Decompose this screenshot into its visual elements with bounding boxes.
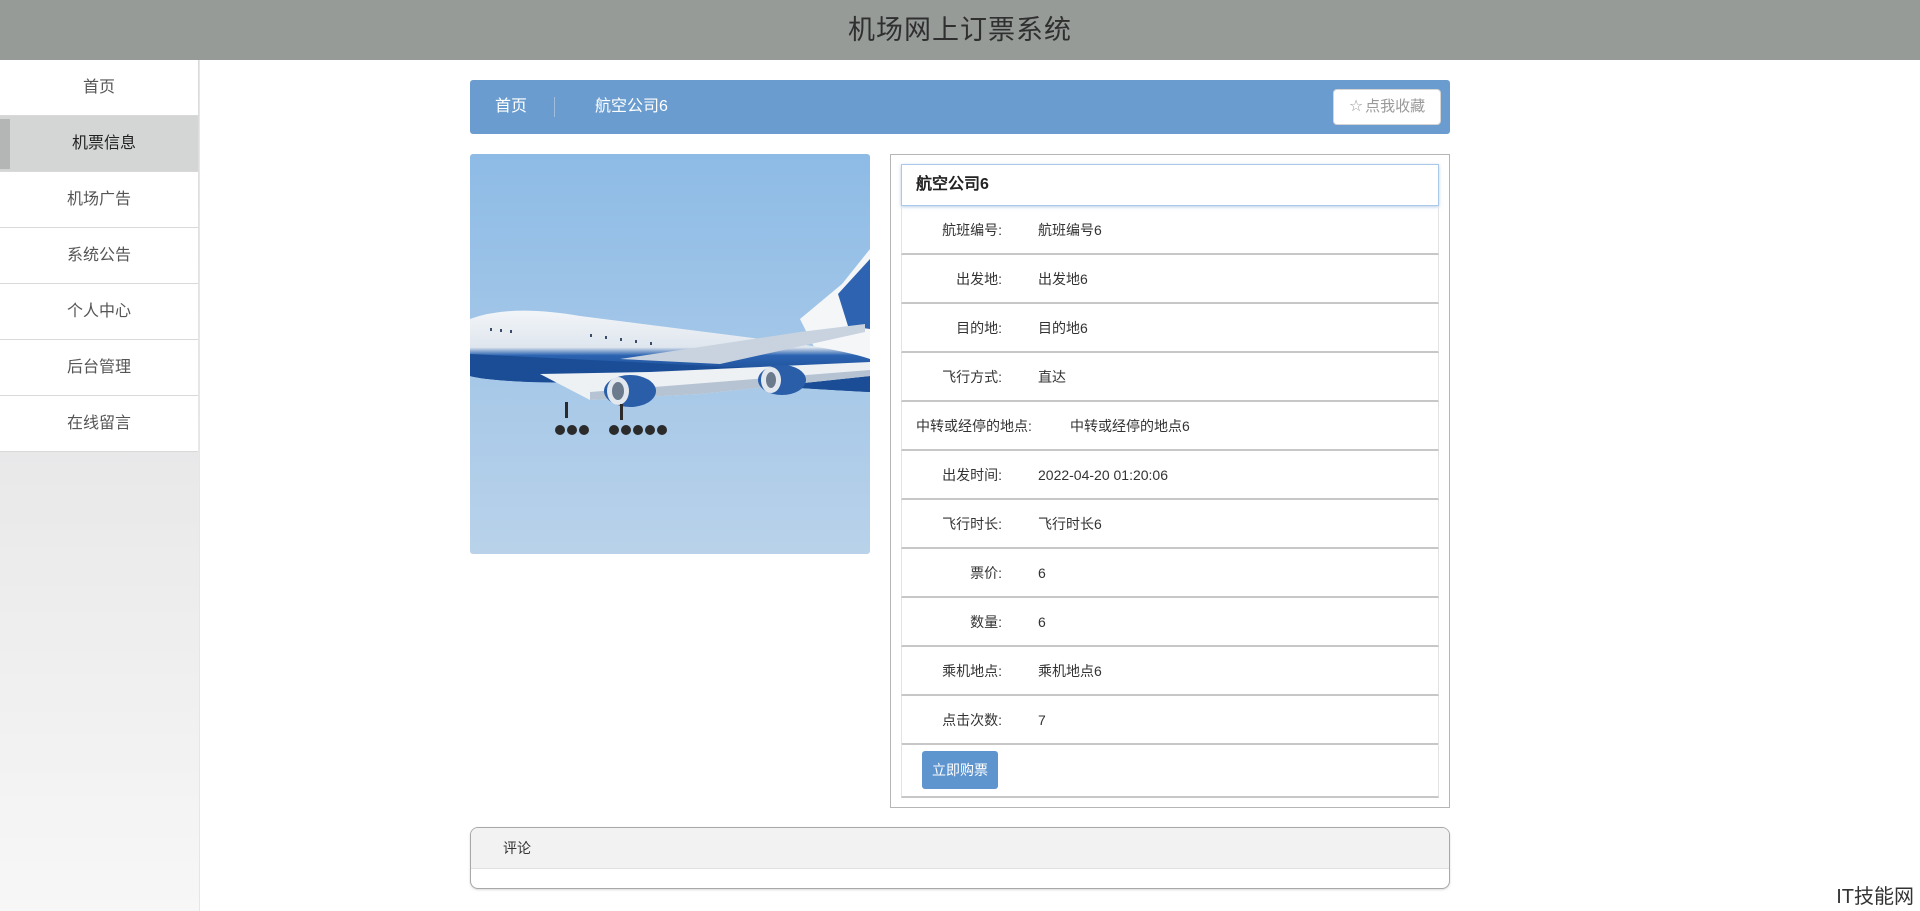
field-row: 航班编号: 航班编号6 (901, 206, 1439, 255)
field-label: 乘机地点: (942, 663, 1002, 679)
comments-panel: 评论 (470, 827, 1450, 889)
breadcrumb: 首页 航空公司6 ☆ 点我收藏 (470, 80, 1450, 134)
sidebar-item-messages[interactable]: 在线留言 (0, 396, 198, 452)
field-label: 出发时间: (942, 467, 1002, 483)
breadcrumb-current: 航空公司6 (595, 98, 668, 115)
sidebar: 首页 机票信息 机场广告 系统公告 个人中心 后台管理 在线留言 (0, 60, 200, 911)
comments-title: 评论 (471, 828, 1449, 869)
field-row: 数量: 6 (901, 598, 1439, 647)
breadcrumb-home-link[interactable]: 首页 (495, 80, 527, 134)
field-value: 7 (1038, 712, 1046, 728)
star-outline-icon: ☆ (1348, 98, 1364, 115)
sidebar-item-personal-center[interactable]: 个人中心 (0, 284, 198, 340)
field-row: 票价: 6 (901, 549, 1439, 598)
field-value: 航班编号6 (1038, 222, 1102, 238)
site-title: 机场网上订票系统 (848, 15, 1072, 45)
field-value: 直达 (1038, 369, 1066, 385)
field-value: 中转或经停的地点6 (1070, 418, 1190, 434)
field-value: 乘机地点6 (1038, 663, 1102, 679)
airline-title: 航空公司6 (901, 164, 1439, 206)
favorite-label: 点我收藏 (1365, 98, 1426, 115)
field-row: 中转或经停的地点: 中转或经停的地点6 (901, 402, 1439, 451)
field-value: 飞行时长6 (1038, 516, 1102, 532)
field-value: 出发地6 (1038, 271, 1088, 287)
field-row: 飞行方式: 直达 (901, 353, 1439, 402)
flight-detail-panel: 航空公司6 航班编号: 航班编号6 出发地: 出发地6 目的地: 目的地6 飞行… (890, 154, 1450, 808)
sidebar-item-admin[interactable]: 后台管理 (0, 340, 198, 396)
field-label: 目的地: (956, 320, 1002, 336)
field-row: 飞行时长: 飞行时长6 (901, 500, 1439, 549)
field-value: 2022-04-20 01:20:06 (1038, 467, 1168, 483)
field-row: 目的地: 目的地6 (901, 304, 1439, 353)
top-header: 机场网上订票系统 (0, 0, 1920, 60)
airplane-photo (470, 154, 870, 554)
field-value: 6 (1038, 565, 1046, 581)
watermark-text: IT技能网 (1836, 886, 1914, 908)
field-row: 乘机地点: 乘机地点6 (901, 647, 1439, 696)
field-label: 中转或经停的地点: (916, 418, 1032, 434)
field-label: 点击次数: (942, 712, 1002, 728)
field-label: 数量: (970, 614, 1002, 630)
field-row: 点击次数: 7 (901, 696, 1439, 745)
field-value: 6 (1038, 614, 1046, 630)
favorite-button[interactable]: ☆ 点我收藏 (1333, 89, 1441, 125)
field-label: 飞行方式: (942, 369, 1002, 385)
field-value: 目的地6 (1038, 320, 1088, 336)
sidebar-item-home[interactable]: 首页 (0, 60, 198, 116)
field-label: 出发地: (956, 271, 1002, 287)
field-label: 航班编号: (942, 222, 1002, 238)
sidebar-item-announcements[interactable]: 系统公告 (0, 228, 198, 284)
airplane-image (470, 154, 870, 554)
sidebar-item-airport-ads[interactable]: 机场广告 (0, 172, 198, 228)
field-row: 出发地: 出发地6 (901, 255, 1439, 304)
sidebar-item-flight-tickets[interactable]: 机票信息 (0, 116, 198, 172)
breadcrumb-separator (554, 97, 555, 117)
field-label: 飞行时长: (942, 516, 1002, 532)
field-row: 出发时间: 2022-04-20 01:20:06 (901, 451, 1439, 500)
buy-row: 立即购票 (901, 744, 1439, 798)
buy-ticket-button[interactable]: 立即购票 (922, 751, 998, 789)
field-label: 票价: (970, 565, 1002, 581)
